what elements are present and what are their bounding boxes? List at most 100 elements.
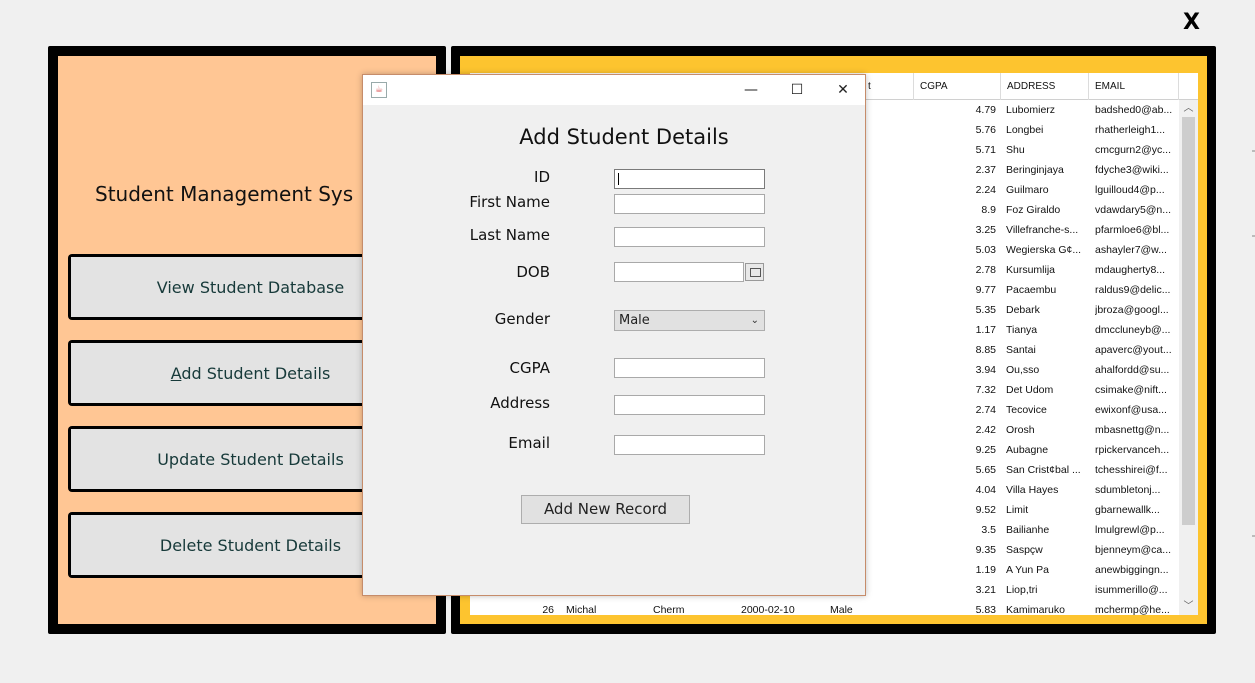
cell-address: Beringinjaya	[1006, 164, 1064, 176]
header-gender[interactable]: t	[862, 73, 914, 100]
cell-cgpa: 7.32	[975, 384, 996, 396]
cell-cgpa: 2.78	[975, 264, 996, 276]
cell-email: cmcgurn2@yc...	[1095, 144, 1172, 156]
cell-cgpa: 5.35	[975, 304, 996, 316]
cell-address: Kursumlija	[1006, 264, 1056, 276]
cell-email: bjenneym@ca...	[1095, 544, 1172, 556]
address-field[interactable]	[614, 395, 765, 415]
cell-email: ewixonf@usa...	[1095, 404, 1167, 416]
cell-email: mbasnettg@n...	[1095, 424, 1170, 436]
table-scrollbar[interactable]: ︿ ﹀	[1179, 100, 1198, 615]
cell-email: badshed0@ab...	[1095, 104, 1173, 116]
text-caret	[618, 173, 619, 185]
last-name-field[interactable]	[614, 227, 765, 247]
cell-cgpa: 9.35	[975, 544, 996, 556]
cell-address: San Crist¢bal ...	[1006, 464, 1081, 476]
cell-email: tchesshirei@f...	[1095, 464, 1168, 476]
cell-email: lguilloud4@p...	[1095, 184, 1165, 196]
cell-email: apaverc@yout...	[1095, 344, 1172, 356]
cell-address: Shu	[1006, 144, 1025, 156]
table-row[interactable]: 26 Michal Cherm 2000-02-10 Male 5.83 Kamimaruk…	[470, 600, 1170, 615]
maximize-button[interactable]: ☐	[774, 75, 820, 105]
cell-first-name: Michal	[566, 604, 597, 615]
cell-address: Pacaembu	[1006, 284, 1057, 296]
gender-label: Gender	[494, 310, 550, 328]
cgpa-field[interactable]	[614, 358, 765, 378]
cell-address: Longbei	[1006, 124, 1044, 136]
cell-address: Guilmaro	[1006, 184, 1049, 196]
dialog-title: Add Student Details	[519, 125, 729, 149]
cell-email: ashayler7@w...	[1095, 244, 1167, 256]
cell-address: Santai	[1006, 344, 1036, 356]
gender-selected-value: Male	[619, 313, 650, 328]
cell-cgpa: 4.04	[975, 484, 996, 496]
cell-address: Det Udom	[1006, 384, 1054, 396]
add-student-dialog: ☕ — ☐ ✕ Add Student Details ID First Nam…	[362, 74, 866, 596]
cell-email: ahalfordd@su...	[1095, 364, 1170, 376]
cell-cgpa: 2.74	[975, 404, 996, 416]
cell-cgpa: 5.71	[975, 144, 996, 156]
cell-email: vdawdary5@n...	[1095, 204, 1172, 216]
cell-cgpa: 2.24	[975, 184, 996, 196]
cgpa-label: CGPA	[509, 359, 550, 377]
first-name-label: First Name	[469, 193, 550, 211]
last-name-label: Last Name	[469, 226, 550, 244]
app-title: Student Management Sys	[95, 182, 354, 206]
add-student-label-rest: dd Student Details	[181, 363, 331, 383]
add-new-record-button[interactable]: Add New Record	[521, 495, 690, 524]
cell-email: raldus9@delic...	[1095, 284, 1171, 296]
scroll-up-icon[interactable]: ︿	[1179, 100, 1198, 117]
cell-cgpa: 3.25	[975, 224, 996, 236]
minimize-button[interactable]: —	[728, 75, 774, 105]
cell-email: gbarnewallk...	[1095, 504, 1160, 516]
cell-address: Ou,sso	[1006, 364, 1040, 376]
cell-email: isummerillo@...	[1095, 584, 1168, 596]
cell-cgpa: 3.21	[975, 584, 996, 596]
cell-gender: Male	[830, 604, 853, 615]
cell-cgpa: 4.79	[975, 104, 996, 116]
dob-field[interactable]	[614, 262, 744, 282]
header-address[interactable]: ADDRESS	[1001, 73, 1089, 100]
scroll-thumb[interactable]	[1182, 117, 1195, 525]
delete-student-label: Delete Student Details	[159, 535, 342, 555]
app-close-button[interactable]: X	[1183, 10, 1200, 35]
cell-cgpa: 3.5	[981, 524, 996, 536]
cell-cgpa: 5.83	[975, 604, 996, 615]
cell-email: mdaugherty8...	[1095, 264, 1166, 276]
address-label: Address	[490, 394, 550, 412]
add-student-mnemonic: A	[170, 363, 182, 383]
header-cgpa[interactable]: CGPA	[914, 73, 1001, 100]
cell-address: Debark	[1006, 304, 1040, 316]
cell-address: Bailianhe	[1006, 524, 1050, 536]
cell-address: Aubagne	[1006, 444, 1049, 456]
cell-last-name: Cherm	[653, 604, 685, 615]
email-label: Email	[508, 434, 550, 452]
cell-address: A Yun Pa	[1006, 564, 1050, 576]
header-email[interactable]: EMAIL	[1089, 73, 1179, 100]
cell-email: anewbiggingn...	[1095, 564, 1169, 576]
cell-email: jbroza@googl...	[1095, 304, 1169, 316]
scroll-down-icon[interactable]: ﹀	[1179, 598, 1198, 615]
cell-address: Orosh	[1006, 424, 1035, 436]
first-name-field[interactable]	[614, 194, 765, 214]
cell-address: Lubomierz	[1006, 104, 1056, 116]
cell-email: lmulgrewl@p...	[1095, 524, 1165, 536]
cell-cgpa: 5.76	[975, 124, 996, 136]
email-field[interactable]	[614, 435, 765, 455]
dialog-close-button[interactable]: ✕	[820, 75, 866, 105]
id-label: ID	[534, 168, 550, 186]
cell-cgpa: 9.52	[975, 504, 996, 516]
cell-cgpa: 8.85	[975, 344, 996, 356]
dialog-titlebar[interactable]: ☕ — ☐ ✕	[363, 75, 865, 105]
chevron-down-icon: ⌄	[750, 315, 759, 326]
java-icon: ☕	[371, 82, 387, 98]
gender-select[interactable]: Male ⌄	[614, 310, 765, 331]
cell-cgpa: 1.19	[975, 564, 996, 576]
cell-address: Villa Hayes	[1006, 484, 1059, 496]
view-database-label: View Student Database	[156, 277, 345, 297]
cell-email: rhatherleigh1...	[1095, 124, 1166, 136]
id-field[interactable]	[614, 169, 765, 189]
calendar-icon[interactable]	[745, 263, 764, 281]
cell-cgpa: 1.17	[975, 324, 996, 336]
cell-cgpa: 5.65	[975, 464, 996, 476]
